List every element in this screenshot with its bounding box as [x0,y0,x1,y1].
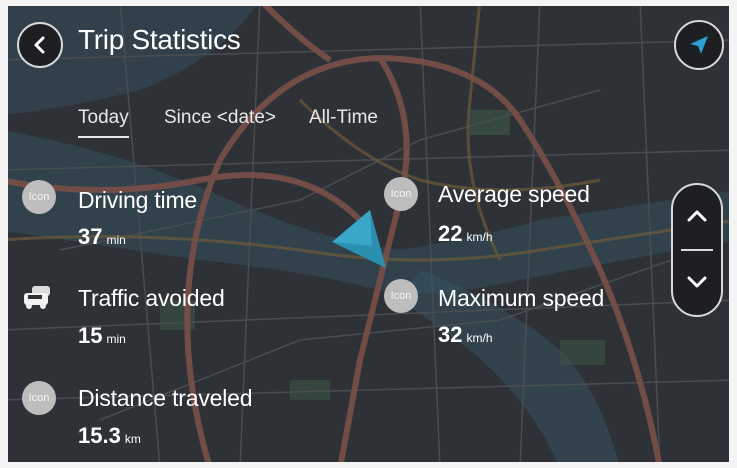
car-traffic-icon [24,286,50,309]
tab-since-date[interactable]: Since <date> [164,107,276,129]
average-speed-number: 22 [438,221,463,246]
maximum-speed-icon: Icon [384,279,418,313]
scroll-control [671,183,723,317]
scroll-down-button[interactable] [673,251,721,313]
distance-traveled-unit: km [124,432,141,446]
tab-today[interactable]: Today [78,107,129,138]
traffic-avoided-value: 15 min [78,323,126,349]
average-speed-icon: Icon [384,177,418,211]
traffic-avoided-label: Traffic avoided [78,285,225,311]
back-arrow-icon [34,36,45,54]
average-speed-value: 22 km/h [438,221,493,247]
maximum-speed-unit: km/h [466,331,493,345]
chevron-up-icon [687,210,707,222]
distance-traveled-icon: Icon [22,381,56,415]
distance-traveled-number: 15.3 [78,423,121,448]
back-button[interactable] [17,22,63,68]
distance-traveled-label: Distance traveled [78,385,253,411]
driving-time-unit: min [106,233,126,247]
driving-time-number: 37 [78,224,103,249]
navigation-arrow-icon [690,36,708,54]
driving-time-label: Driving time [78,187,198,213]
traffic-avoided-unit: min [106,332,126,346]
page-title: Trip Statistics [78,24,241,55]
traffic-avoided-number: 15 [78,323,103,348]
chevron-down-icon [687,276,707,288]
average-speed-label: Average speed [438,181,590,207]
driving-time-icon: Icon [22,180,56,214]
scroll-up-button[interactable] [673,185,721,247]
maximum-speed-label: Maximum speed [438,285,605,311]
average-speed-unit: km/h [466,230,493,244]
maximum-speed-value: 32 km/h [438,322,493,348]
navigation-button[interactable] [674,20,724,70]
tab-all-time[interactable]: All-Time [309,107,378,129]
driving-time-value: 37 min [78,224,126,250]
maximum-speed-number: 32 [438,322,463,347]
distance-traveled-value: 15.3 km [78,423,141,449]
